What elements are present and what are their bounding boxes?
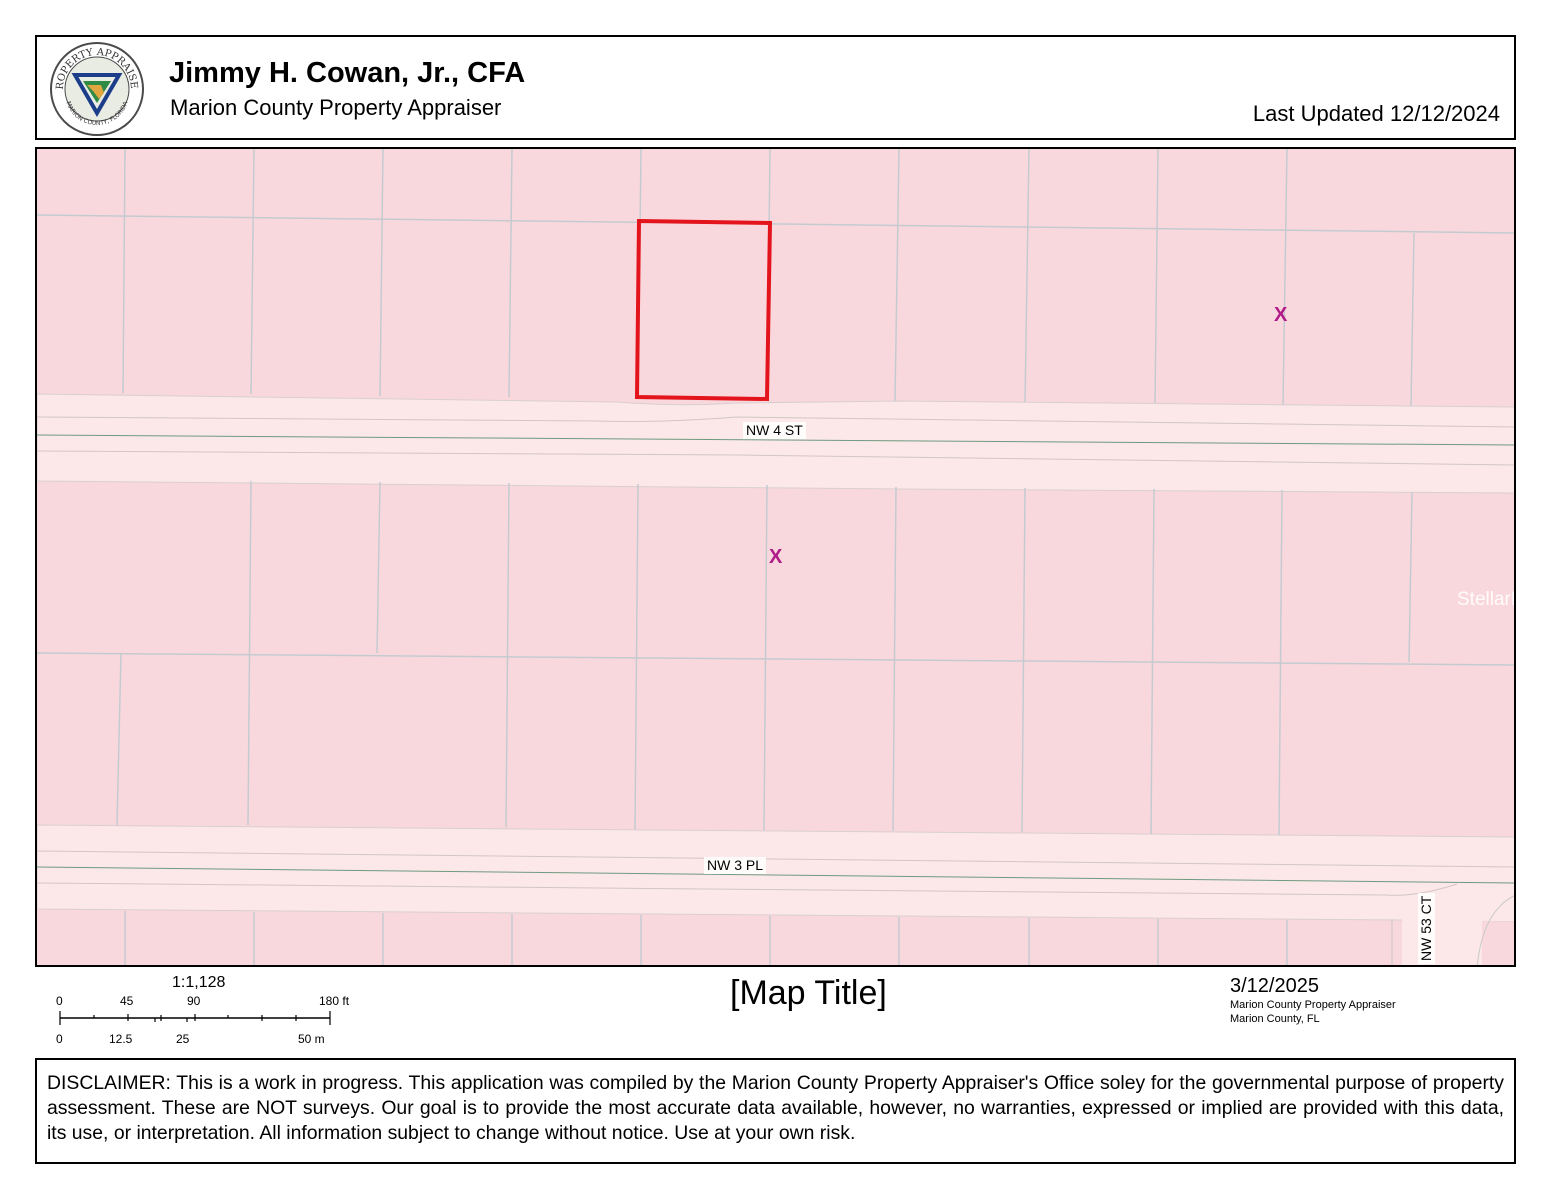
print-office: Marion County Property Appraiser <box>1230 999 1396 1011</box>
scale-meter-tick: 0 <box>56 1032 63 1046</box>
county-seal-icon: PROPERTY APPRAISER MARION COUNTY, FLORID… <box>45 33 145 137</box>
print-date: 3/12/2025 <box>1230 975 1319 997</box>
map-header: PROPERTY APPRAISER MARION COUNTY, FLORID… <box>35 33 1516 140</box>
scale-meter-tick: 12.5 <box>109 1032 133 1046</box>
street-label-nw-3-pl: NW 3 PL <box>704 857 767 874</box>
scale-bar: 1:1,128 0 45 90 180 ft 0 12.5 25 50 m <box>40 972 370 1052</box>
scale-meter-tick: 25 <box>176 1032 190 1046</box>
scale-meter-tick: 50 m <box>298 1032 325 1046</box>
appraiser-name: Jimmy H. Cowan, Jr., CFA <box>169 57 526 89</box>
street-label-nw-4-st: NW 4 ST <box>743 422 806 439</box>
map-marker-x[interactable]: X <box>769 547 782 567</box>
disclaimer: DISCLAIMER: This is a work in progress. … <box>35 1058 1516 1164</box>
watermark: StellarMLS <box>1457 589 1514 610</box>
subject-parcel-outline[interactable] <box>634 218 773 402</box>
street-label-nw-53-ct: NW 53 CT <box>1418 892 1435 964</box>
appraiser-office: Marion County Property Appraiser <box>170 95 502 120</box>
print-date-block: 3/12/2025 Marion County Property Apprais… <box>1230 975 1396 1026</box>
map-marker-x[interactable]: X <box>1274 305 1287 325</box>
parcel-map[interactable]: NW 4 ST NW 3 PL NW 53 CT X X StellarMLS <box>35 147 1516 967</box>
map-title: [Map Title] <box>730 974 887 1012</box>
last-updated: Last Updated 12/12/2024 <box>1252 101 1500 126</box>
print-county: Marion County, FL <box>1230 1013 1320 1025</box>
